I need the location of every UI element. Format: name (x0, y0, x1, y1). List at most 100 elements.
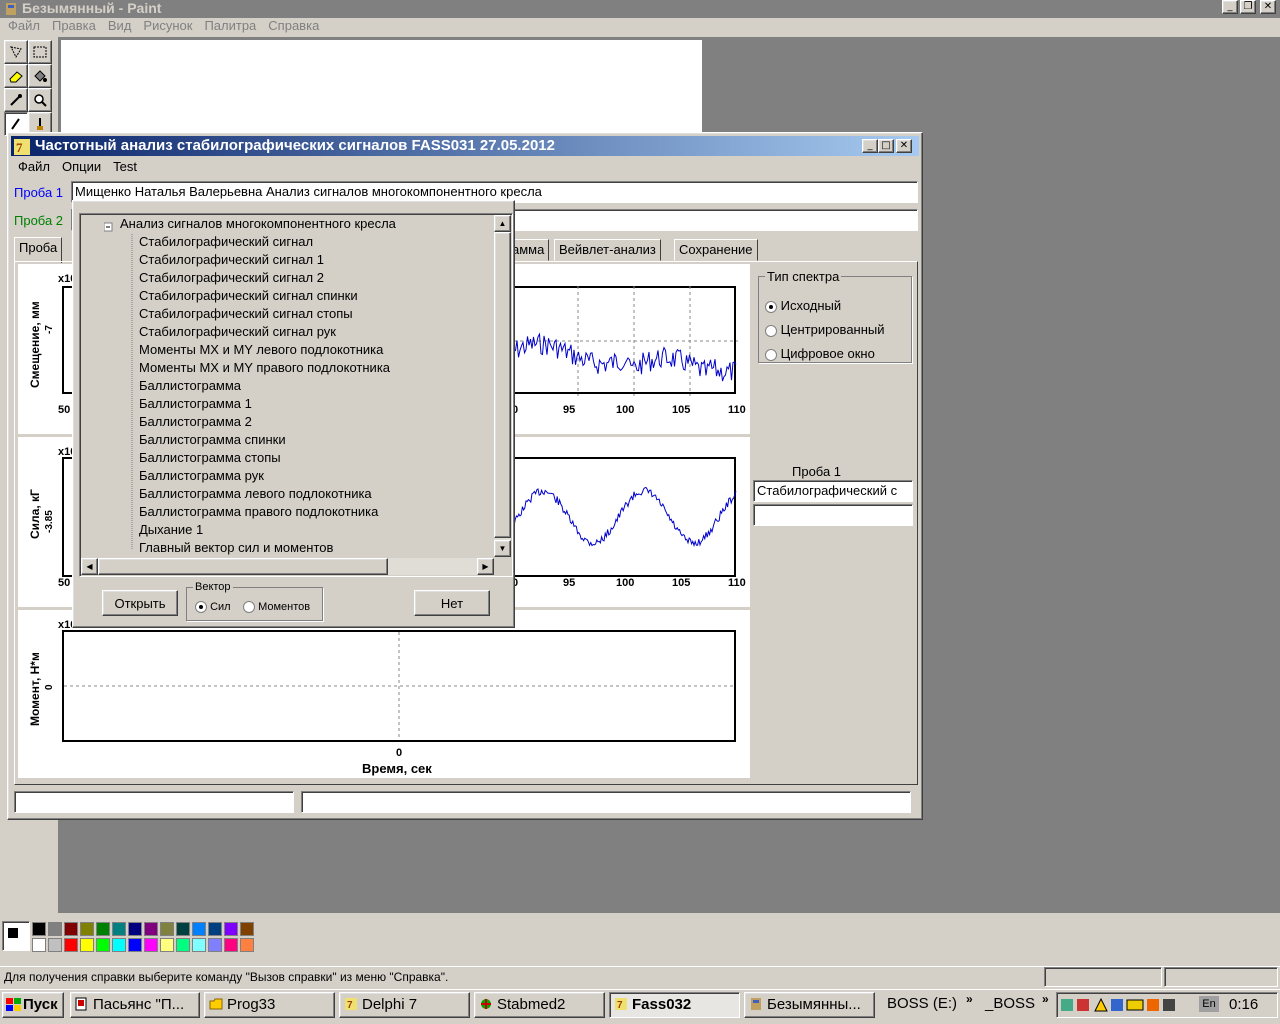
palette-swatch[interactable] (208, 922, 222, 936)
palette-swatch[interactable] (64, 922, 78, 936)
tree-item[interactable]: Баллистограмма левого подлокотника (139, 486, 372, 501)
chevron-right-icon[interactable]: » (966, 992, 973, 1006)
tree-item[interactable]: Стабилографический сигнал 2 (139, 270, 324, 285)
paint-menu-view[interactable]: Вид (102, 17, 138, 35)
palette-swatch[interactable] (176, 938, 190, 952)
paint-canvas[interactable] (61, 40, 702, 135)
drive-toolbar-label[interactable]: BOSS (E:) (887, 995, 957, 1012)
tree-item[interactable]: Стабилографический сигнал рук (139, 324, 336, 339)
chevron-right-icon[interactable]: » (1042, 992, 1049, 1006)
palette-swatch[interactable] (96, 922, 110, 936)
palette-swatch[interactable] (160, 922, 174, 936)
tree-item[interactable]: Стабилографический сигнал (139, 234, 313, 249)
close-button[interactable]: ✕ (1260, 0, 1276, 14)
no-button[interactable]: Нет (414, 590, 490, 616)
scroll-up-arrow-icon[interactable]: ▲ (494, 215, 511, 232)
tree-root-item[interactable]: Анализ сигналов многокомпонентного кресл… (120, 216, 396, 231)
palette-swatch[interactable] (192, 922, 206, 936)
paint-menu-help[interactable]: Справка (262, 17, 325, 35)
vector-option-moments[interactable]: Моментов (243, 601, 310, 614)
paint-menu-image[interactable]: Рисунок (137, 17, 198, 35)
palette-swatch[interactable] (48, 922, 62, 936)
task-solitaire[interactable]: Пасьянс "П... (70, 992, 200, 1018)
maximize-button[interactable]: □ (878, 139, 894, 153)
spectrum-option-centered[interactable]: Центрированный (765, 322, 885, 337)
tree-vscrollbar[interactable]: ▲ ▼ (494, 215, 511, 557)
palette-swatch[interactable] (128, 938, 142, 952)
scroll-thumb[interactable] (494, 232, 511, 538)
eraser-tool-icon[interactable] (4, 64, 28, 88)
tree-item[interactable]: Стабилографический сигнал 1 (139, 252, 324, 267)
minimize-button[interactable]: _ (862, 139, 878, 153)
task-paint[interactable]: Безымянны... (744, 992, 875, 1018)
paint-menu-edit[interactable]: Правка (46, 17, 102, 35)
palette-swatch[interactable] (80, 938, 94, 952)
tree-item[interactable]: Стабилографический сигнал спинки (139, 288, 358, 303)
tree-item[interactable]: Баллистограмма стопы (139, 450, 281, 465)
task-stabmed[interactable]: Stabmed2 (474, 992, 605, 1018)
task-fass[interactable]: 7 Fass032 (609, 992, 740, 1018)
palette-swatch[interactable] (144, 938, 158, 952)
palette-swatch[interactable] (208, 938, 222, 952)
palette-swatch[interactable] (192, 938, 206, 952)
tree-item[interactable]: Баллистограмма рук (139, 468, 264, 483)
start-button[interactable]: Пуск (2, 992, 64, 1018)
palette-swatch[interactable] (128, 922, 142, 936)
palette-swatch[interactable] (240, 922, 254, 936)
scroll-right-arrow-icon[interactable]: ▶ (477, 558, 494, 575)
tree-item[interactable]: Стабилографический сигнал стопы (139, 306, 353, 321)
palette-swatch[interactable] (144, 922, 158, 936)
fass-menu-options[interactable]: Опции (56, 158, 107, 176)
fass-menu-test[interactable]: Test (107, 158, 143, 176)
tree-item[interactable]: Дыхание 1 (139, 522, 203, 537)
palette-swatch[interactable] (160, 938, 174, 952)
vector-option-forces[interactable]: Сил (195, 601, 231, 614)
palette-swatch[interactable] (224, 938, 238, 952)
picker-tool-icon[interactable] (4, 88, 28, 112)
tree-item[interactable]: Баллистограмма спинки (139, 432, 286, 447)
scroll-left-arrow-icon[interactable]: ◀ (81, 558, 98, 575)
palette-swatch[interactable] (64, 938, 78, 952)
palette-swatch[interactable] (48, 938, 62, 952)
tab-save[interactable]: Сохранение (674, 239, 758, 261)
tree-hscrollbar[interactable]: ◀ ▶ (81, 558, 494, 575)
palette-swatch[interactable] (112, 938, 126, 952)
tree-item[interactable]: Баллистограмма (139, 378, 241, 393)
task-prog33[interactable]: Prog33 (204, 992, 335, 1018)
palette-swatch[interactable] (80, 922, 94, 936)
paint-menu-file[interactable]: Файл (2, 17, 46, 35)
spectrum-option-window[interactable]: Цифровое окно (765, 346, 875, 361)
restore-button[interactable]: ❐ (1240, 0, 1256, 14)
current-colors[interactable] (2, 921, 30, 951)
tab-wavelet[interactable]: Вейвлет-анализ (554, 239, 661, 261)
fass-menu-file[interactable]: Файл (12, 158, 56, 176)
open-button[interactable]: Открыть (102, 590, 178, 616)
palette-swatch[interactable] (32, 922, 46, 936)
spectrum-option-original[interactable]: Исходный (765, 298, 841, 313)
paint-menu-palette[interactable]: Палитра (198, 17, 262, 35)
language-indicator[interactable]: En (1199, 996, 1219, 1012)
tree-item[interactable]: Моменты MX и MY левого подлокотника (139, 342, 383, 357)
tree-item[interactable]: Баллистограмма 1 (139, 396, 252, 411)
tree-item[interactable]: Главный вектор сил и моментов (139, 540, 333, 555)
tree-item[interactable]: Моменты MX и MY правого подлокотника (139, 360, 390, 375)
tree-item[interactable]: Баллистограмма правого подлокотника (139, 504, 378, 519)
fill-tool-icon[interactable] (28, 64, 52, 88)
side-probe-field[interactable]: Стабилографический с (753, 480, 913, 502)
magnifier-tool-icon[interactable] (28, 88, 52, 112)
palette-swatch[interactable] (96, 938, 110, 952)
hscroll-thumb[interactable] (98, 558, 388, 575)
palette-swatch[interactable] (112, 922, 126, 936)
scroll-down-arrow-icon[interactable]: ▼ (494, 540, 511, 557)
palette-swatch[interactable] (176, 922, 190, 936)
side-probe-field-2[interactable] (753, 504, 913, 526)
tree-item[interactable]: Баллистограмма 2 (139, 414, 252, 429)
palette-swatch[interactable] (224, 922, 238, 936)
rect-select-tool-icon[interactable] (28, 40, 52, 64)
tab-probe[interactable]: Проба (14, 237, 63, 263)
close-button[interactable]: ✕ (896, 139, 912, 153)
free-select-tool-icon[interactable] (4, 40, 28, 64)
signal-tree[interactable]: Анализ сигналов многокомпонентного кресл… (79, 213, 513, 577)
folder-toolbar-label[interactable]: _BOSS (985, 995, 1035, 1012)
palette-swatch[interactable] (32, 938, 46, 952)
